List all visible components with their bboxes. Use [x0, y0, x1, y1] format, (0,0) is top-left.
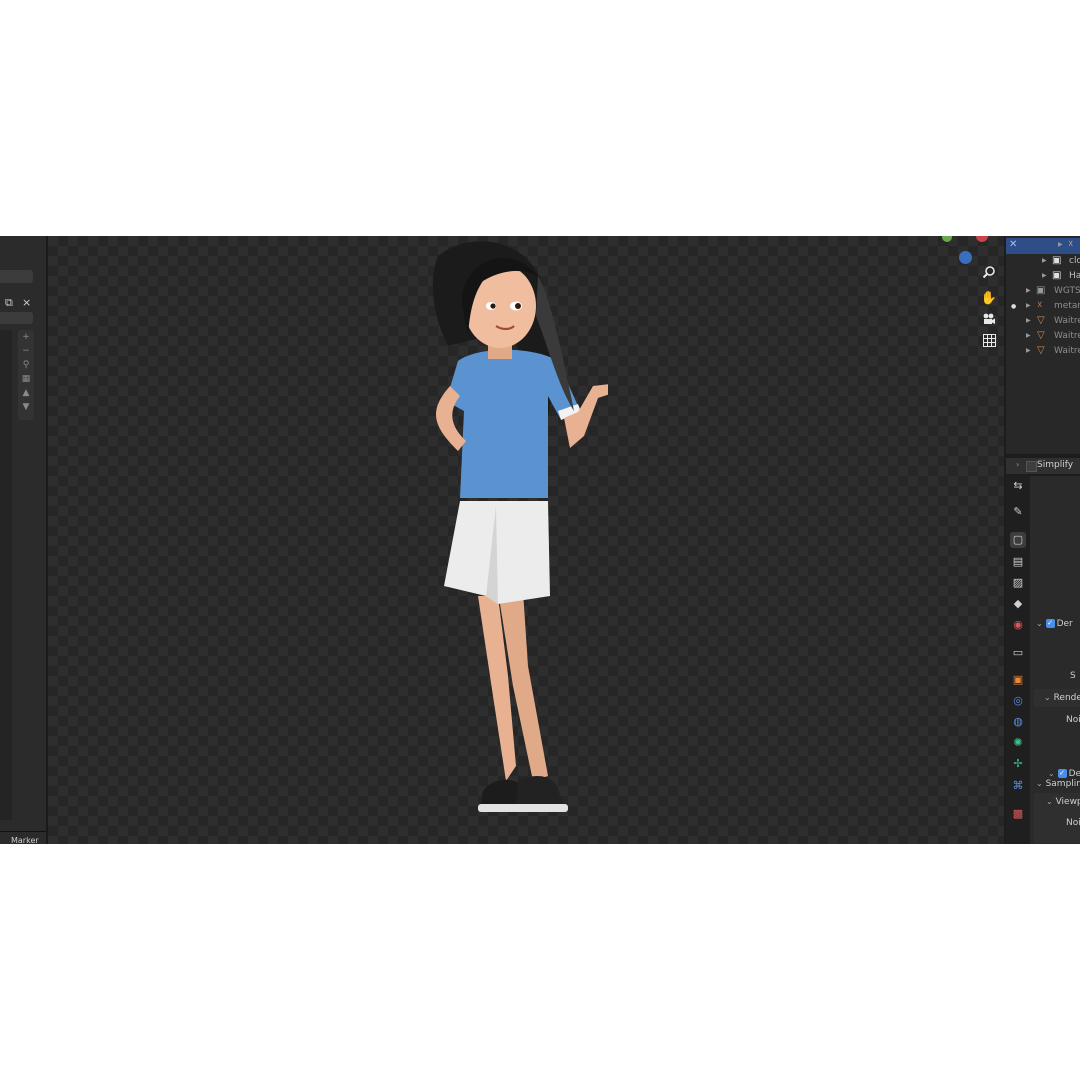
remove-icon[interactable]: −	[18, 344, 34, 358]
s-label: S	[1070, 671, 1076, 681]
outliner-row[interactable]: ● ▶ ☓ metarig	[1006, 299, 1080, 314]
chevron-down-icon: ⌄	[1036, 619, 1043, 628]
physics-icon[interactable]: ✺	[1010, 735, 1026, 751]
move-up-icon[interactable]: ▲	[18, 386, 34, 400]
gizmo-z-axis[interactable]	[959, 251, 972, 264]
collection-icon: ▣	[1052, 270, 1062, 281]
denoise-render-row[interactable]: ⌄ ✓Der	[1048, 769, 1080, 779]
expand-arrow-icon[interactable]: ▶	[1026, 302, 1031, 309]
character-render[interactable]	[388, 236, 608, 826]
simplify-checkbox[interactable]	[1026, 461, 1037, 472]
expand-arrow-icon[interactable]: ▶	[1026, 317, 1031, 324]
left-side-panel: ⧉ × + − ⚲ ▦ ▲ ▼ Marker	[0, 236, 48, 844]
list-tools: + − ⚲ ▦ ▲ ▼	[18, 330, 34, 420]
object-properties-icon[interactable]: ▣	[1010, 672, 1026, 688]
denoise-viewport-row[interactable]: ⌄ ✓ Der	[1036, 619, 1073, 629]
noise-threshold-label-render: Nois	[1066, 715, 1080, 725]
blender-window: ⧉ × + − ⚲ ▦ ▲ ▼ Marker ✋ ✕ ▶ ☓ ▶ ▣ clo ▶…	[0, 236, 1080, 844]
outliner-row[interactable]: ▶ ▽ Waitre	[1006, 314, 1080, 329]
outliner-row[interactable]: ▶ ▽ Waitre	[1006, 329, 1080, 344]
output-properties-icon[interactable]: ▤	[1010, 554, 1026, 570]
armature-icon: ☓	[1068, 239, 1074, 250]
object-data-icon[interactable]: ⌘	[1010, 778, 1026, 794]
chevron-down-icon: ⌄	[1048, 769, 1055, 778]
left-panel-search[interactable]	[0, 312, 33, 324]
denoise-checkbox[interactable]: ✓	[1045, 619, 1055, 628]
view-layer-icon[interactable]: ▨	[1010, 575, 1026, 591]
3d-viewport[interactable]: ✋	[48, 236, 1004, 844]
marker-menu[interactable]: Marker	[11, 836, 39, 844]
gizmo-x-axis[interactable]	[976, 236, 988, 242]
collection-properties-icon[interactable]: ▭	[1010, 645, 1026, 661]
grid-view-icon[interactable]	[978, 333, 1000, 355]
expand-arrow-icon[interactable]: ▶	[1042, 272, 1047, 279]
add-icon[interactable]: +	[18, 330, 34, 344]
copy-icon[interactable]: ⧉	[5, 296, 13, 310]
outliner-row[interactable]: ▶ ▣ Ha	[1006, 269, 1080, 284]
armature-icon: ☓	[1037, 300, 1043, 311]
particles-icon[interactable]: ◍	[1010, 714, 1026, 730]
mesh-icon: ▽	[1037, 315, 1045, 326]
bone-constraint-icon[interactable]: ✢	[1010, 756, 1026, 772]
mesh-icon: ▽	[1037, 345, 1045, 356]
outliner-panel: ✕ ▶ ☓ ▶ ▣ clo ▶ ▣ Ha ▶ ▣ WGTS_ ● ▶ ☓ met…	[1006, 236, 1080, 454]
grid-icon[interactable]: ▦	[18, 372, 34, 386]
gizmo-y-axis[interactable]	[942, 236, 952, 242]
tool-icon[interactable]: ✎	[1010, 504, 1026, 520]
editor-type-icon[interactable]: ⇆	[1010, 478, 1026, 494]
collection-icon: ▣	[1036, 285, 1046, 296]
outliner-row[interactable]: ✕ ▶ ☓	[1006, 238, 1080, 253]
search-icon[interactable]: ⚲	[18, 358, 34, 372]
chevron-down-icon: ⌄	[1044, 693, 1051, 702]
scene-properties-icon[interactable]: ◆	[1010, 596, 1026, 612]
left-panel-list[interactable]	[0, 330, 12, 820]
close-icon[interactable]: ×	[22, 296, 31, 309]
expand-arrow-icon[interactable]: ▶	[1058, 241, 1063, 248]
zoom-icon[interactable]	[978, 265, 1000, 287]
visibility-dot-icon[interactable]: ●	[1011, 303, 1016, 310]
properties-tabs: ⇆ ✎ ▢ ▤ ▨ ◆ ◉ ▭ ▣ ◎ ◍ ✺ ✢ ⌘ ▩	[1006, 476, 1030, 844]
armature-icon: ✕	[1009, 239, 1018, 250]
camera-icon[interactable]	[978, 311, 1000, 333]
denoise-render-checkbox[interactable]: ✓	[1057, 769, 1067, 778]
collection-icon: ▣	[1052, 255, 1062, 266]
move-down-icon[interactable]: ▼	[18, 400, 34, 414]
expand-arrow-icon[interactable]: ▶	[1026, 347, 1031, 354]
simplify-label: Simplify	[1037, 460, 1074, 470]
left-panel-field[interactable]	[0, 270, 33, 283]
expand-arrow-icon[interactable]: ▶	[1026, 287, 1031, 294]
properties-lower: ⌄ ✓Der S ⌄ Rende Nois ⌄ ✓Der	[1034, 615, 1080, 843]
outliner-row[interactable]: ▶ ▣ WGTS_	[1006, 284, 1080, 299]
modifier-properties-icon[interactable]: ◎	[1010, 693, 1026, 709]
world-properties-icon[interactable]: ◉	[1010, 617, 1026, 633]
outliner-row[interactable]: ▶ ▣ clo	[1006, 254, 1080, 269]
properties-header: › Simplify	[1006, 458, 1080, 474]
render-subpanel-label[interactable]: ⌄ Rende	[1044, 693, 1080, 703]
expand-arrow-icon[interactable]: ▶	[1026, 332, 1031, 339]
mesh-icon: ▽	[1037, 330, 1045, 341]
texture-icon[interactable]: ▩	[1010, 806, 1026, 822]
hand-pan-icon[interactable]: ✋	[978, 288, 1000, 310]
chevron-right-icon[interactable]: ›	[1016, 460, 1019, 469]
render-properties-icon[interactable]: ▢	[1010, 532, 1026, 548]
outliner-row[interactable]: ▶ ▽ Waitre	[1006, 344, 1080, 359]
expand-arrow-icon[interactable]: ▶	[1042, 257, 1047, 264]
